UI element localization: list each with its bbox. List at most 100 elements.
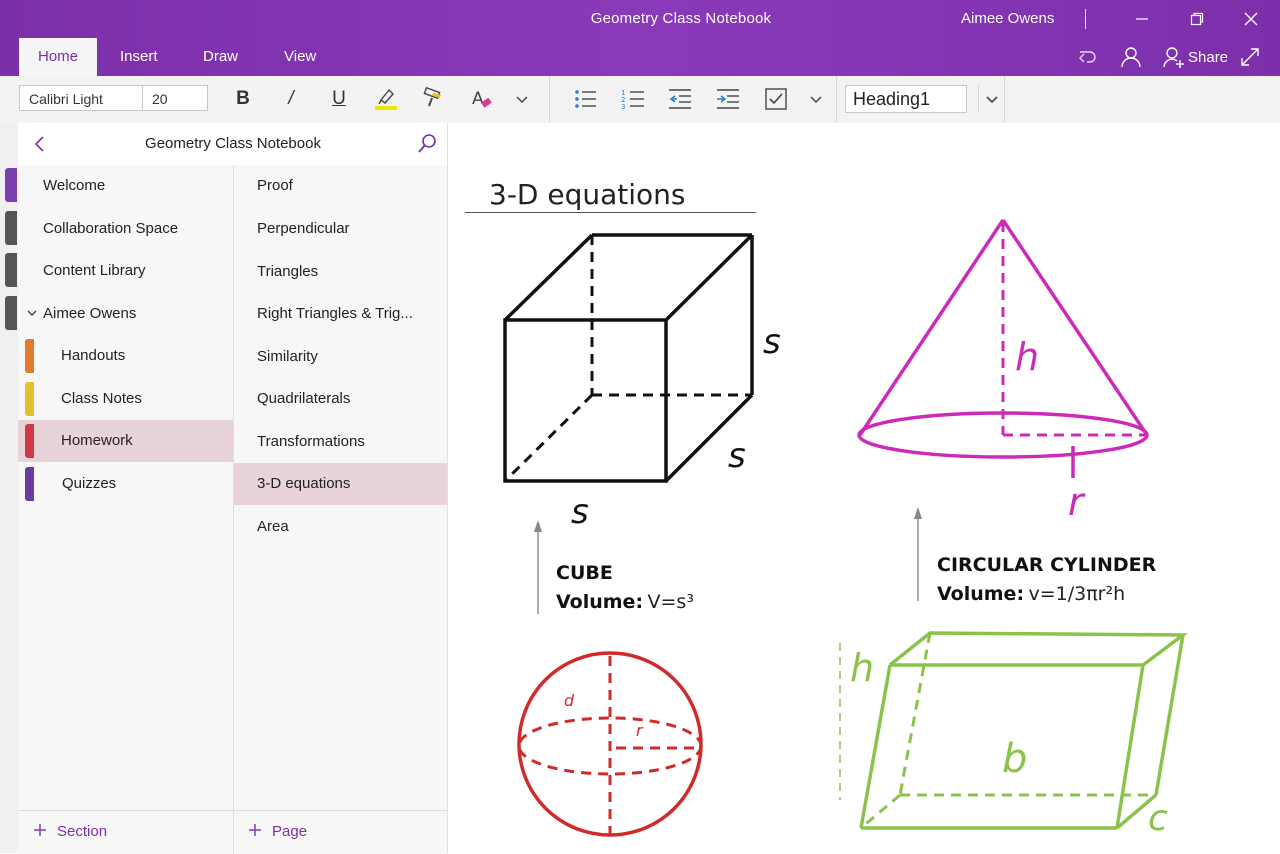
prism-depth-label: c	[1148, 798, 1168, 839]
italic-button[interactable]: /	[277, 86, 305, 112]
notebook-color-tab[interactable]	[5, 296, 17, 330]
prism-base-label: b	[1002, 736, 1027, 782]
page-item[interactable]: Proof	[234, 165, 448, 207]
section-label: Content Library	[43, 262, 146, 279]
tab-view[interactable]: View	[265, 38, 335, 76]
page-item[interactable]: Similarity	[234, 336, 448, 378]
page-item[interactable]: Perpendicular	[234, 208, 448, 250]
add-section-button[interactable]: Section	[57, 823, 107, 840]
cube-volume-line[interactable]: Volume: V=s³	[556, 591, 694, 613]
style-dropdown-chevron-icon[interactable]	[978, 86, 1006, 112]
cube-side-label: s	[571, 492, 589, 532]
undo-icon[interactable]	[1076, 43, 1100, 71]
arrow-up-icon	[914, 507, 922, 601]
add-section-bar: Section	[18, 810, 233, 854]
page-item[interactable]: Quadrilaterals	[234, 378, 448, 420]
tab-insert[interactable]: Insert	[101, 38, 177, 76]
volume-label: Volume:	[556, 591, 644, 613]
cone-name[interactable]: CIRCULAR CYLINDER	[937, 554, 1156, 576]
plus-icon[interactable]	[247, 820, 263, 845]
section-color-tab	[25, 339, 34, 373]
section-homework[interactable]: Homework	[18, 420, 233, 462]
sphere-diameter-label: d	[564, 691, 575, 710]
account-icon[interactable]	[1119, 43, 1143, 71]
ribbon-divider	[836, 76, 837, 122]
bullet-list-icon[interactable]	[571, 86, 599, 112]
highlight-icon[interactable]	[372, 86, 400, 112]
section-group-collaboration-space[interactable]: Collaboration Space	[18, 208, 233, 250]
section-color-tab	[25, 467, 34, 501]
volume-label: Volume:	[937, 583, 1025, 605]
sphere-drawing[interactable]: d r	[512, 648, 712, 848]
underline-button[interactable]: U	[325, 86, 353, 112]
cube-side-label: s	[728, 436, 746, 476]
style-selector[interactable]: Heading1	[845, 85, 967, 113]
font-name-field[interactable]: Calibri Light	[19, 85, 143, 111]
increase-indent-icon[interactable]	[714, 86, 742, 112]
section-color-tab	[25, 382, 34, 416]
tab-draw[interactable]: Draw	[184, 38, 257, 76]
page-list: Proof Perpendicular Triangles Right Tria…	[233, 165, 448, 810]
add-page-button[interactable]: Page	[272, 823, 307, 840]
page-item-selected[interactable]: 3-D equations	[234, 463, 448, 505]
section-group-content-library[interactable]: Content Library	[18, 250, 233, 292]
page-item[interactable]: Area	[234, 506, 448, 548]
section-label: Aimee Owens	[43, 305, 137, 322]
cube-name[interactable]: CUBE	[556, 562, 613, 584]
page-title[interactable]: 3-D equations	[489, 178, 686, 211]
section-handouts[interactable]: Handouts	[18, 335, 233, 377]
section-label: Quizzes	[62, 475, 117, 492]
navigation-header: Geometry Class Notebook	[18, 123, 448, 166]
svg-text:3: 3	[621, 103, 625, 111]
user-name[interactable]: Aimee Owens	[961, 10, 1054, 27]
more-paragraph-options-chevron-icon[interactable]	[802, 86, 830, 112]
clear-formatting-icon[interactable]: A	[468, 86, 496, 112]
bold-button[interactable]: B	[229, 86, 257, 112]
share-person-icon	[1163, 47, 1184, 68]
section-label: Handouts	[61, 347, 126, 364]
minimize-icon[interactable]	[1127, 6, 1157, 32]
prism-drawing[interactable]: h b c	[830, 625, 1190, 840]
ribbon-divider	[549, 76, 550, 122]
notebook-color-tab[interactable]	[5, 211, 17, 245]
share-label: Share	[1188, 48, 1229, 66]
notebook-title[interactable]: Geometry Class Notebook	[18, 135, 448, 152]
cone-radius-label: r	[1068, 480, 1086, 524]
title-bar: Geometry Class Notebook Aimee Owens Home…	[0, 0, 1280, 76]
section-class-notes[interactable]: Class Notes	[18, 378, 233, 420]
search-icon[interactable]	[416, 133, 438, 160]
section-group-welcome[interactable]: Welcome	[18, 165, 233, 207]
title-separator	[1085, 9, 1086, 29]
notebook-color-tab[interactable]	[5, 253, 17, 287]
plus-icon[interactable]	[32, 820, 48, 845]
section-list: Welcome Collaboration Space Content Libr…	[18, 165, 233, 810]
font-size-field[interactable]: 20	[142, 85, 208, 111]
page-item[interactable]: Transformations	[234, 421, 448, 463]
restore-icon[interactable]	[1182, 6, 1212, 32]
expand-icon[interactable]	[1238, 43, 1262, 71]
tab-home[interactable]: Home	[19, 38, 98, 76]
cone-formula: v=1/3πr²h	[1028, 583, 1126, 605]
decrease-indent-icon[interactable]	[666, 86, 694, 112]
section-group-aimee-owens[interactable]: Aimee Owens	[18, 293, 233, 335]
notebook-strip	[0, 123, 19, 853]
page-item[interactable]: Right Triangles & Trig...	[234, 293, 448, 335]
cube-side-label: s	[763, 322, 781, 362]
todo-checkbox-icon[interactable]	[762, 86, 790, 112]
arrow-up-icon	[534, 520, 542, 614]
cone-volume-line[interactable]: Volume: v=1/3πr²h	[937, 583, 1125, 605]
close-icon[interactable]	[1236, 6, 1266, 32]
page-item[interactable]: Triangles	[234, 251, 448, 293]
section-label: Class Notes	[61, 390, 142, 407]
section-quizzes[interactable]: Quizzes	[18, 463, 233, 505]
more-font-options-chevron-icon[interactable]	[508, 86, 536, 112]
cube-drawing[interactable]: s s s	[495, 225, 795, 535]
format-painter-icon[interactable]	[420, 86, 448, 112]
cube-formula: V=s³	[647, 591, 694, 613]
cone-drawing[interactable]: h r	[850, 210, 1170, 530]
share-button[interactable]: Share	[1162, 43, 1228, 71]
notebook-color-tab[interactable]	[5, 168, 17, 202]
ribbon-divider	[1004, 76, 1005, 122]
numbered-list-icon[interactable]: 123	[619, 86, 647, 112]
add-page-bar: Page	[233, 810, 448, 854]
